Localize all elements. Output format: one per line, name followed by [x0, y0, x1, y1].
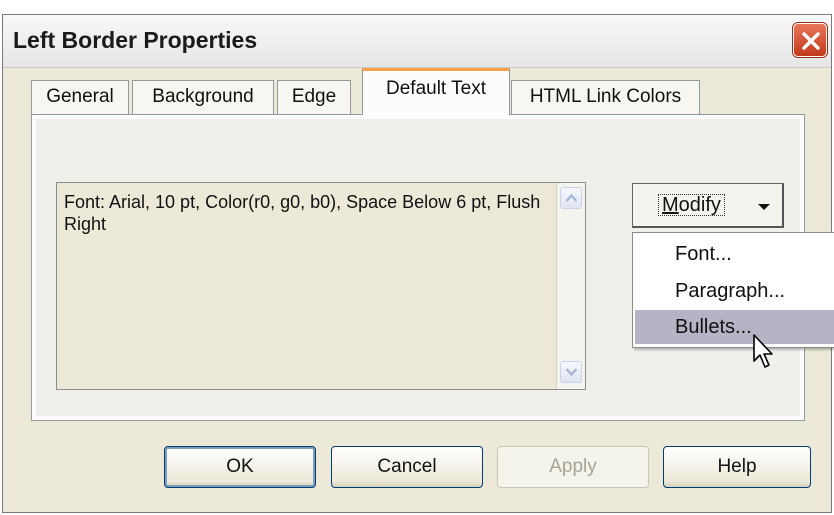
menu-item-paragraph[interactable]: Paragraph... — [635, 274, 834, 308]
scroll-up-button[interactable] — [560, 187, 582, 209]
help-button[interactable]: Help — [663, 446, 811, 488]
scroll-down-button[interactable] — [560, 361, 582, 383]
tab-edge[interactable]: Edge — [277, 80, 351, 114]
modify-label-rest: odify — [678, 194, 721, 216]
menu-item-font[interactable]: Font... — [635, 237, 834, 271]
scroll-down-icon — [565, 368, 578, 377]
dialog-title: Left Border Properties — [13, 27, 258, 53]
modify-label: Modify — [658, 194, 725, 216]
scroll-up-icon — [565, 193, 578, 202]
title-bar[interactable]: Left Border Properties — [3, 15, 831, 68]
close-icon — [802, 32, 820, 50]
mouse-pointer-icon — [753, 334, 773, 368]
description-text: Font: Arial, 10 pt, Color(r0, g0, b0), S… — [64, 192, 541, 234]
dropdown-arrow-icon — [758, 204, 770, 210]
modify-dropdown-menu: Font... Paragraph... Bullets... — [632, 232, 834, 348]
modify-button[interactable]: Modify — [632, 183, 784, 228]
default-text-description[interactable]: Font: Arial, 10 pt, Color(r0, g0, b0), S… — [56, 182, 586, 390]
tab-general[interactable]: General — [31, 80, 129, 114]
tab-background[interactable]: Background — [132, 80, 274, 114]
vertical-scrollbar[interactable] — [556, 183, 585, 389]
ok-button[interactable]: OK — [164, 446, 316, 488]
tab-default-text[interactable]: Default Text — [362, 68, 510, 115]
close-button[interactable] — [793, 23, 827, 57]
apply-button: Apply — [497, 446, 649, 488]
tab-html-link-colors[interactable]: HTML Link Colors — [511, 80, 700, 114]
menu-item-bullets[interactable]: Bullets... — [635, 310, 834, 344]
cancel-button[interactable]: Cancel — [331, 446, 483, 488]
modify-mnemonic: M — [662, 194, 679, 216]
